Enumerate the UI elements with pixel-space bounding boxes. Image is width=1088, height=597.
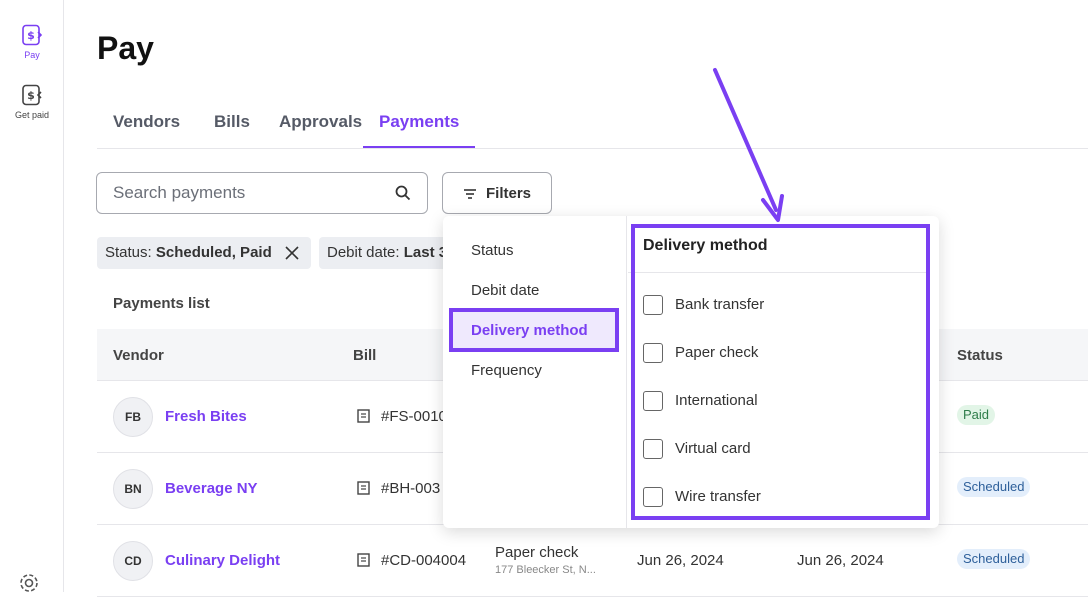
svg-text:$: $ [27, 89, 35, 102]
sidebar-item-label: Pay [24, 50, 40, 60]
close-icon[interactable] [285, 246, 299, 260]
search-box [96, 172, 428, 214]
debit-date: Jun 26, 2024 [637, 552, 724, 569]
filter-category-list: Status Debit date Delivery method Freque… [443, 216, 627, 528]
sidebar: $ Pay $ Get paid [0, 0, 64, 592]
vendor-link[interactable]: Beverage NY [165, 480, 258, 497]
delivery-method: Paper check [495, 544, 579, 561]
chip-key: Status: [105, 244, 152, 261]
chip-key: Debit date: [327, 244, 400, 261]
tab-approvals[interactable]: Approvals [279, 112, 362, 148]
bill-number: #CD-004004 [381, 552, 467, 569]
search-icon[interactable] [395, 185, 411, 201]
tab-vendors[interactable]: Vendors [113, 112, 180, 148]
svg-text:$: $ [27, 29, 35, 42]
filter-category-delivery-method[interactable]: Delivery method [471, 322, 588, 339]
column-header-status[interactable]: Status [957, 347, 1003, 364]
filter-chip-status: Status: Scheduled, Paid [97, 237, 311, 269]
annotation-arrow-icon [713, 68, 784, 222]
bill-icon [357, 409, 370, 423]
table-row[interactable]: CD Culinary Delight #CD-004004 Paper che… [97, 525, 1088, 597]
section-title: Payments list [113, 295, 210, 312]
search-input[interactable] [113, 182, 383, 204]
gear-icon[interactable] [18, 572, 40, 594]
status-badge: Scheduled [957, 549, 1031, 569]
filter-category-debit-date[interactable]: Debit date [471, 282, 539, 299]
tab-payments[interactable]: Payments [363, 112, 476, 148]
avatar: BN [113, 469, 153, 509]
get-paid-icon: $ [22, 84, 42, 106]
vendor-link[interactable]: Fresh Bites [165, 408, 247, 425]
filter-category-status[interactable]: Status [471, 242, 514, 259]
filter-chip-debit-date: Debit date: Last 3 [319, 237, 459, 269]
status-badge: Scheduled [957, 477, 1031, 497]
filter-category-frequency[interactable]: Frequency [471, 362, 542, 379]
bill-icon [357, 553, 370, 567]
sidebar-item-pay[interactable]: $ Pay [0, 24, 64, 60]
filter-icon [464, 189, 476, 199]
tab-bills[interactable]: Bills [214, 112, 250, 148]
bill-icon [357, 481, 370, 495]
sidebar-item-label: Get paid [14, 110, 50, 120]
delivery-address: 177 Bleecker St, N... [495, 564, 596, 576]
page-title: Pay [97, 30, 154, 66]
status-badge: Paid [957, 405, 996, 425]
chip-value: Last 3 [403, 244, 448, 261]
filters-label: Filters [486, 185, 532, 202]
tab-bar: Vendors Bills Approvals Payments [97, 108, 1088, 149]
column-header-bill[interactable]: Bill [353, 347, 376, 364]
column-header-vendor[interactable]: Vendor [113, 347, 164, 364]
bill-number: #BH-003 [381, 480, 441, 497]
delivery-date: Jun 26, 2024 [797, 552, 884, 569]
chip-value: Scheduled, Paid [155, 244, 272, 261]
avatar: FB [113, 397, 153, 437]
vendor-link[interactable]: Culinary Delight [165, 552, 280, 569]
avatar: CD [113, 541, 153, 581]
pay-icon: $ [22, 24, 43, 46]
sidebar-item-get-paid[interactable]: $ Get paid [0, 84, 64, 120]
bill-number: #FS-0010 [381, 408, 447, 425]
delivery-method-highlight-box [631, 224, 930, 520]
filters-button[interactable]: Filters [442, 172, 552, 214]
